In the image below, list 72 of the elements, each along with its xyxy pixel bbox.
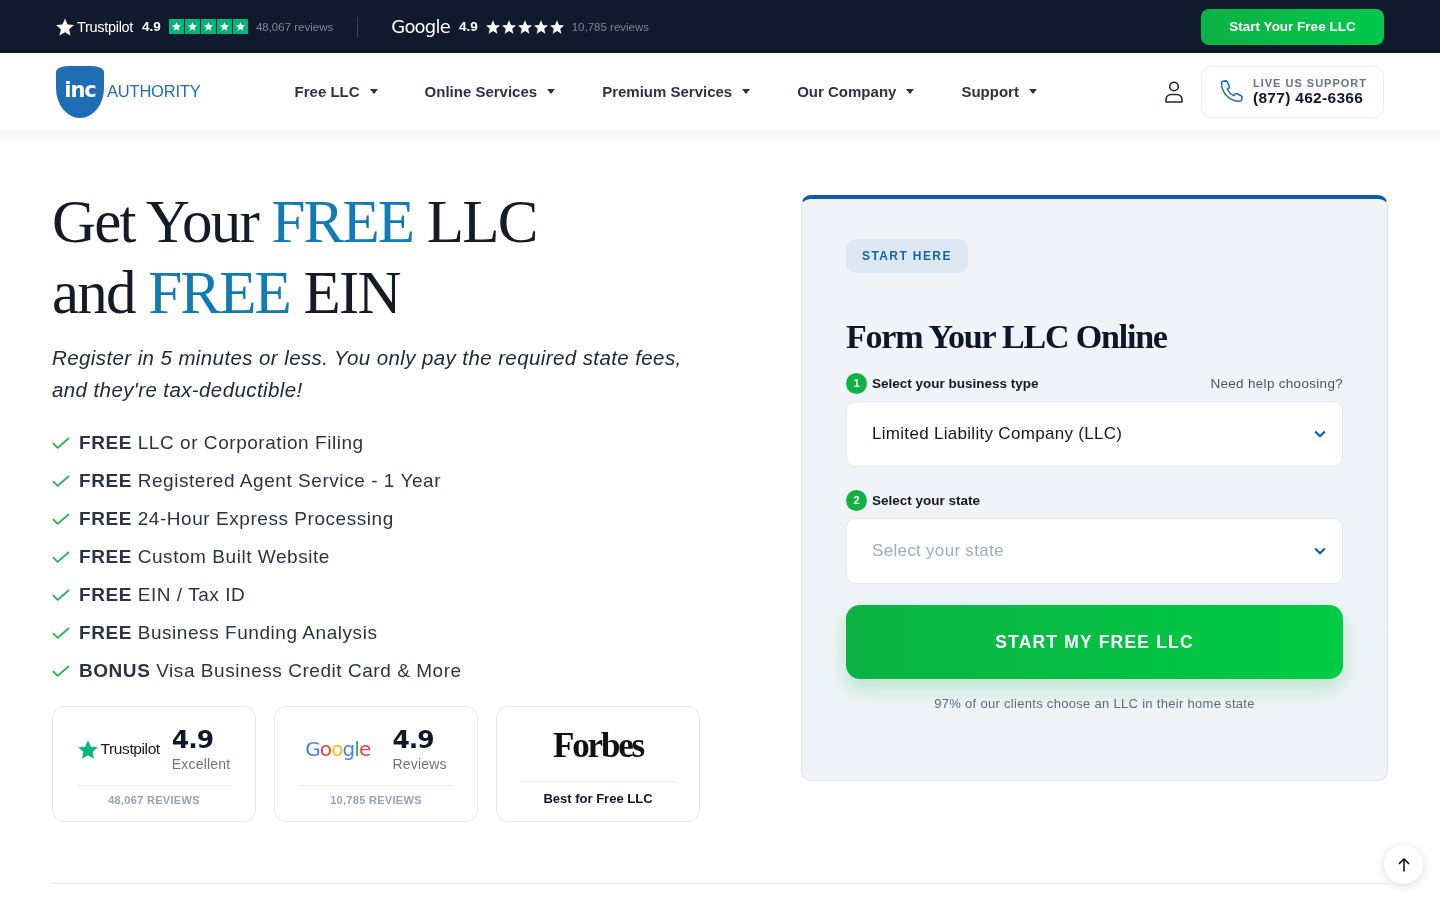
feature-text: FREE 24-Hour Express Processing (79, 508, 394, 530)
check-icon (52, 513, 70, 525)
rating-score: 4.9 (458, 19, 478, 34)
feature-text: FREE Registered Agent Service - 1 Year (79, 470, 442, 492)
check-icon (52, 665, 70, 677)
rating-score: 4.9 (142, 19, 161, 34)
account-icon[interactable] (1164, 80, 1183, 103)
star-icon (517, 19, 532, 34)
check-icon (52, 475, 70, 487)
star-icon (77, 739, 98, 759)
phone-support-link[interactable]: LIVE US SUPPORT (877) 462-6366 (1200, 65, 1384, 118)
star-icon (184, 19, 200, 34)
rating-footer: 48,067 REVIEWS (108, 794, 200, 806)
logo-badge[interactable]: inc (56, 65, 104, 118)
brand-logo: Google (305, 737, 371, 761)
star-icon (501, 19, 516, 34)
rating-caption: Excellent (171, 756, 231, 772)
brand-name: Trustpilot (77, 18, 134, 35)
caret-icon (547, 89, 556, 94)
rating-score: 4.9 (392, 726, 435, 754)
star-icon (200, 19, 216, 34)
check-icon (52, 627, 70, 639)
feature-text: FREE LLC or Corporation Filing (79, 432, 364, 454)
step-number: 2 (846, 489, 867, 511)
nav-menu-item[interactable]: Premium Services (602, 83, 751, 100)
star-icon (549, 19, 564, 34)
chevron-down-icon (1314, 547, 1326, 555)
hero-subtitle: Register in 5 minutes or less. You only pay the required state fees, and they're tax-deductible! (52, 345, 683, 403)
start-here-badge: START HERE (846, 239, 968, 273)
nav-menu-item[interactable]: Support (961, 83, 1037, 100)
form-note: 97% of our clients choose an LLC in their home state (933, 696, 1256, 711)
feature-text: FREE EIN / Tax ID (79, 584, 246, 606)
brand-logo: Trustpilot (100, 740, 160, 758)
nav-menu-item[interactable]: Free LLC (294, 83, 378, 100)
feature-text: FREE Custom Built Website (79, 546, 330, 568)
caret-icon (369, 89, 378, 94)
review-count: 48,067 reviews (255, 20, 334, 33)
caret-icon (742, 89, 751, 94)
review-count: 10,785 reviews (571, 20, 650, 33)
feature-text: FREE Business Funding Analysis (79, 622, 378, 644)
star-icon (56, 17, 74, 36)
check-icon (52, 551, 70, 563)
nav-menu-item[interactable]: Online Services (424, 83, 556, 100)
logo-wordmark[interactable]: AUTHORITY (107, 82, 201, 101)
rating-score: 4.9 (171, 726, 215, 754)
hero-heading: Get Your FREE LLC and FREE EIN (52, 187, 538, 328)
caret-icon (1028, 89, 1037, 94)
step-number: 1 (846, 372, 867, 394)
nav-menu-item[interactable]: Our Company (797, 83, 915, 100)
star-icon (485, 19, 500, 34)
field-label: Select your state (872, 492, 981, 508)
chevron-down-icon (1314, 430, 1326, 438)
field-label: Select your business type (872, 375, 1039, 391)
arrow-up-icon (1397, 857, 1410, 872)
phone-icon (1218, 79, 1244, 104)
dropdown-field[interactable]: Limited Liability Company (LLC) (846, 401, 1343, 467)
caret-icon (906, 89, 915, 94)
rating-footer: 10,785 REVIEWS (330, 794, 422, 806)
check-icon (52, 589, 70, 601)
feature-text: BONUS Visa Business Credit Card & More (79, 660, 462, 682)
brand-name: Google (391, 16, 450, 37)
star-icon (216, 19, 232, 34)
scroll-top-button[interactable] (1384, 845, 1423, 884)
help-link[interactable]: Need help choosing? (1210, 375, 1343, 391)
brand-logo: Forbes (553, 726, 643, 766)
rating-footer: Best for Free LLC (543, 791, 653, 806)
check-icon (52, 437, 70, 449)
star-icon (168, 19, 184, 34)
star-icon (533, 19, 548, 34)
form-title: Form Your LLC Online (846, 317, 1168, 357)
star-icon (232, 19, 248, 34)
rating-caption: Reviews (392, 756, 447, 772)
